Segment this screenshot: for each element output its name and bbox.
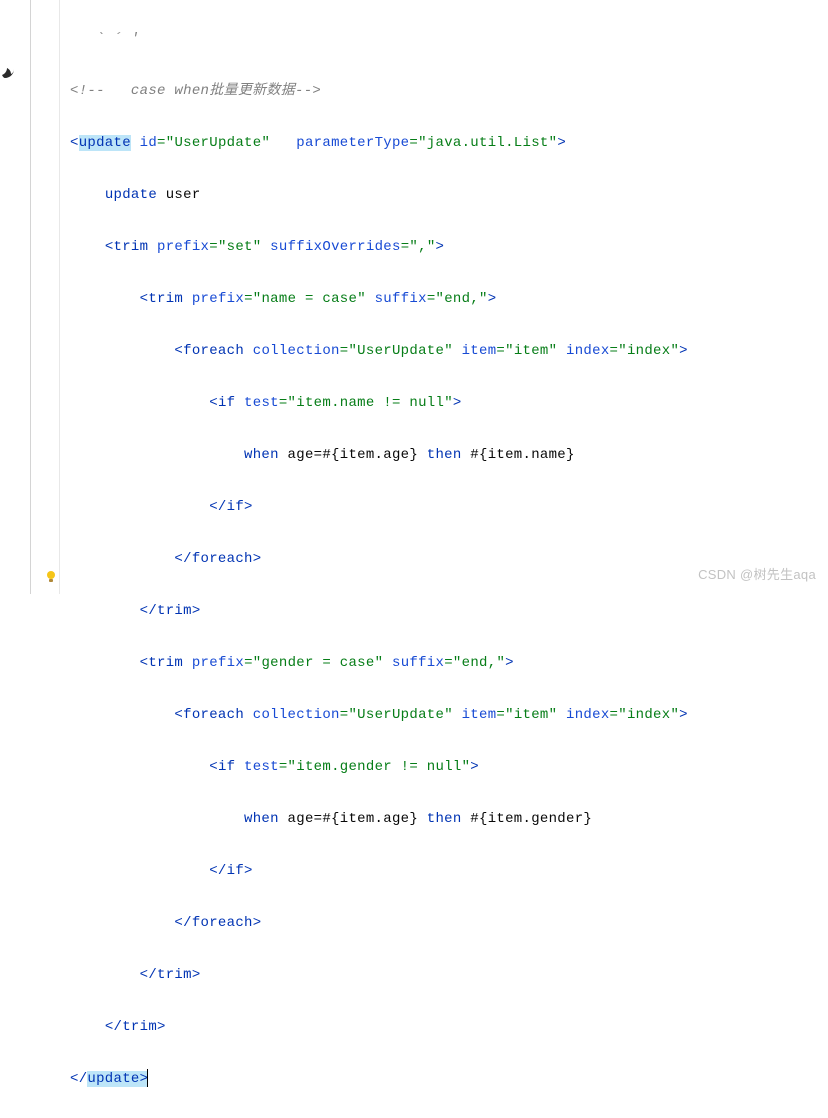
code-line[interactable]: </update>: [70, 1066, 828, 1092]
code-line[interactable]: </if>: [70, 494, 828, 520]
intention-bulb-icon[interactable]: [44, 568, 58, 582]
code-line[interactable]: </foreach>: [70, 546, 828, 572]
fold-guide-line: [30, 0, 31, 594]
code-line[interactable]: when age=#{item.age} then #{item.name}: [70, 442, 828, 468]
code-line[interactable]: </if>: [70, 858, 828, 884]
code-line[interactable]: ` ´ ': [70, 26, 828, 52]
code-line[interactable]: when age=#{item.age} then #{item.gender}: [70, 806, 828, 832]
code-line[interactable]: <update id="UserUpdate" parameterType="j…: [70, 130, 828, 156]
code-line[interactable]: <trim prefix="name = case" suffix="end,"…: [70, 286, 828, 312]
tag-update-close: update: [87, 1071, 139, 1087]
code-line[interactable]: <!-- <!-- case when批量更新数据-->case when批量更…: [70, 78, 828, 104]
code-line[interactable]: <trim prefix="set" suffixOverrides=",">: [70, 234, 828, 260]
mybatis-bird-icon[interactable]: [0, 64, 14, 78]
code-line[interactable]: <foreach collection="UserUpdate" item="i…: [70, 702, 828, 728]
code-line[interactable]: <if test="item.name != null">: [70, 390, 828, 416]
code-line[interactable]: <foreach collection="UserUpdate" item="i…: [70, 338, 828, 364]
editor-gutter: [0, 0, 60, 594]
code-line[interactable]: </trim>: [70, 1014, 828, 1040]
code-line[interactable]: </trim>: [70, 598, 828, 624]
code-line[interactable]: <if test="item.gender != null">: [70, 754, 828, 780]
code-editor-area[interactable]: ` ´ ' <!-- <!-- case when批量更新数据-->case w…: [70, 0, 828, 1118]
code-line[interactable]: <trim prefix="gender = case" suffix="end…: [70, 650, 828, 676]
code-line[interactable]: update user: [70, 182, 828, 208]
code-line[interactable]: </foreach>: [70, 910, 828, 936]
rest-text: ` ´ ': [70, 31, 140, 47]
xml-comment: <!-- <!-- case when批量更新数据-->case when批量更…: [70, 83, 321, 99]
code-line[interactable]: </trim>: [70, 962, 828, 988]
tag-update-open: update: [79, 135, 131, 151]
text-caret: [147, 1069, 148, 1087]
